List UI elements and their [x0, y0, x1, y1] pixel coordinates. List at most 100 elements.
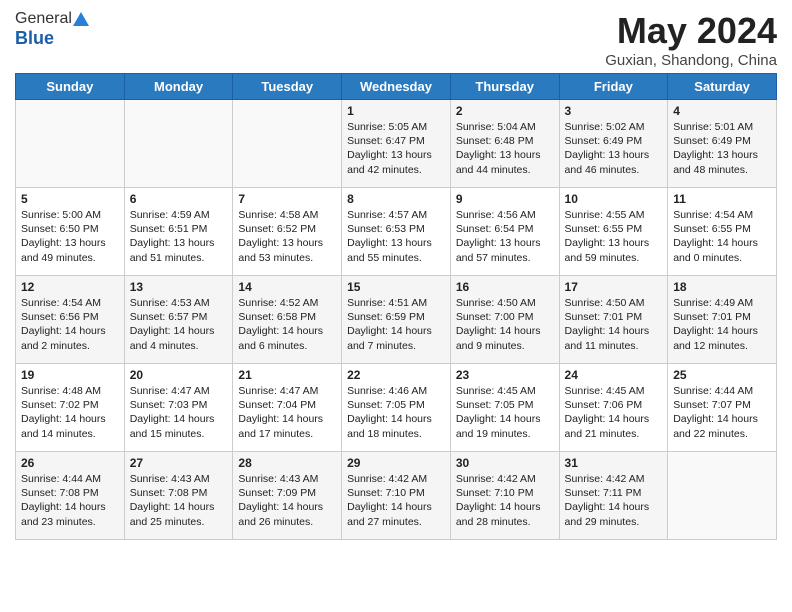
day-info-line: and 21 minutes. — [565, 427, 663, 441]
day-info-line: and 18 minutes. — [347, 427, 445, 441]
day-info-line: and 51 minutes. — [130, 251, 228, 265]
day-cell: 23Sunrise: 4:45 AMSunset: 7:05 PMDayligh… — [450, 364, 559, 452]
day-cell — [124, 100, 233, 188]
day-info-line: Sunrise: 4:48 AM — [21, 384, 119, 398]
day-info-line: Sunrise: 4:50 AM — [456, 296, 554, 310]
day-info-line: Sunset: 6:48 PM — [456, 134, 554, 148]
week-row-0: 1Sunrise: 5:05 AMSunset: 6:47 PMDaylight… — [16, 100, 777, 188]
day-info-line: and 53 minutes. — [238, 251, 336, 265]
week-row-3: 19Sunrise: 4:48 AMSunset: 7:02 PMDayligh… — [16, 364, 777, 452]
day-info-line: Daylight: 13 hours — [565, 236, 663, 250]
day-cell — [233, 100, 342, 188]
day-number: 24 — [565, 368, 663, 382]
day-number: 23 — [456, 368, 554, 382]
day-header-sunday: Sunday — [16, 74, 125, 100]
day-cell: 6Sunrise: 4:59 AMSunset: 6:51 PMDaylight… — [124, 188, 233, 276]
logo-triangle-icon — [72, 10, 90, 28]
day-number: 2 — [456, 104, 554, 118]
day-cell: 14Sunrise: 4:52 AMSunset: 6:58 PMDayligh… — [233, 276, 342, 364]
calendar-table: SundayMondayTuesdayWednesdayThursdayFrid… — [15, 73, 777, 540]
day-cell: 20Sunrise: 4:47 AMSunset: 7:03 PMDayligh… — [124, 364, 233, 452]
day-cell: 4Sunrise: 5:01 AMSunset: 6:49 PMDaylight… — [668, 100, 777, 188]
day-cell: 30Sunrise: 4:42 AMSunset: 7:10 PMDayligh… — [450, 452, 559, 540]
day-cell — [16, 100, 125, 188]
day-info-line: and 14 minutes. — [21, 427, 119, 441]
day-info-line: Sunset: 7:11 PM — [565, 486, 663, 500]
day-info-line: Daylight: 14 hours — [673, 324, 771, 338]
day-cell: 12Sunrise: 4:54 AMSunset: 6:56 PMDayligh… — [16, 276, 125, 364]
day-info-line: Daylight: 14 hours — [673, 236, 771, 250]
day-info-line: Daylight: 14 hours — [565, 324, 663, 338]
day-header-wednesday: Wednesday — [342, 74, 451, 100]
day-number: 5 — [21, 192, 119, 206]
day-info-line: Sunset: 7:07 PM — [673, 398, 771, 412]
day-info-line: Daylight: 14 hours — [238, 412, 336, 426]
day-number: 7 — [238, 192, 336, 206]
day-info-line: Sunrise: 4:46 AM — [347, 384, 445, 398]
day-number: 25 — [673, 368, 771, 382]
day-cell: 3Sunrise: 5:02 AMSunset: 6:49 PMDaylight… — [559, 100, 668, 188]
day-info-line: Sunrise: 4:57 AM — [347, 208, 445, 222]
day-header-thursday: Thursday — [450, 74, 559, 100]
day-info-line: Sunset: 6:47 PM — [347, 134, 445, 148]
day-info-line: Sunrise: 5:00 AM — [21, 208, 119, 222]
day-info-line: Sunrise: 4:52 AM — [238, 296, 336, 310]
day-number: 16 — [456, 280, 554, 294]
days-of-week-row: SundayMondayTuesdayWednesdayThursdayFrid… — [16, 74, 777, 100]
calendar-header: SundayMondayTuesdayWednesdayThursdayFrid… — [16, 74, 777, 100]
day-info-line: and 17 minutes. — [238, 427, 336, 441]
day-info-line: Sunset: 6:55 PM — [565, 222, 663, 236]
day-cell: 7Sunrise: 4:58 AMSunset: 6:52 PMDaylight… — [233, 188, 342, 276]
day-cell: 29Sunrise: 4:42 AMSunset: 7:10 PMDayligh… — [342, 452, 451, 540]
day-cell: 19Sunrise: 4:48 AMSunset: 7:02 PMDayligh… — [16, 364, 125, 452]
day-info-line: and 15 minutes. — [130, 427, 228, 441]
day-info-line: and 28 minutes. — [456, 515, 554, 529]
day-number: 3 — [565, 104, 663, 118]
day-info-line: Daylight: 13 hours — [347, 236, 445, 250]
location: Guxian, Shandong, China — [605, 52, 777, 69]
logo-blue-text: Blue — [15, 28, 54, 48]
day-info-line: and 19 minutes. — [456, 427, 554, 441]
day-info-line: and 42 minutes. — [347, 163, 445, 177]
day-info-line: and 25 minutes. — [130, 515, 228, 529]
title-area: May 2024 Guxian, Shandong, China — [605, 10, 777, 69]
day-info-line: Sunset: 7:10 PM — [456, 486, 554, 500]
day-cell: 18Sunrise: 4:49 AMSunset: 7:01 PMDayligh… — [668, 276, 777, 364]
day-info-line: Sunrise: 4:42 AM — [565, 472, 663, 486]
day-info-line: Sunrise: 4:43 AM — [238, 472, 336, 486]
day-info-line: Sunset: 7:10 PM — [347, 486, 445, 500]
day-cell: 2Sunrise: 5:04 AMSunset: 6:48 PMDaylight… — [450, 100, 559, 188]
day-info-line: Daylight: 14 hours — [565, 500, 663, 514]
day-info-line: and 7 minutes. — [347, 339, 445, 353]
calendar-body: 1Sunrise: 5:05 AMSunset: 6:47 PMDaylight… — [16, 100, 777, 540]
day-info-line: Daylight: 14 hours — [21, 324, 119, 338]
day-info-line: and 2 minutes. — [21, 339, 119, 353]
day-info-line: Sunrise: 4:50 AM — [565, 296, 663, 310]
day-info-line: Daylight: 13 hours — [21, 236, 119, 250]
day-number: 13 — [130, 280, 228, 294]
day-info-line: Daylight: 14 hours — [347, 412, 445, 426]
day-number: 26 — [21, 456, 119, 470]
day-number: 31 — [565, 456, 663, 470]
day-info-line: and 48 minutes. — [673, 163, 771, 177]
day-info-line: Sunrise: 4:44 AM — [673, 384, 771, 398]
day-cell: 26Sunrise: 4:44 AMSunset: 7:08 PMDayligh… — [16, 452, 125, 540]
day-info-line: Daylight: 13 hours — [130, 236, 228, 250]
day-info-line: Sunset: 7:03 PM — [130, 398, 228, 412]
day-info-line: Sunrise: 4:42 AM — [456, 472, 554, 486]
day-info-line: Sunset: 6:54 PM — [456, 222, 554, 236]
day-info-line: Daylight: 14 hours — [456, 500, 554, 514]
day-cell: 17Sunrise: 4:50 AMSunset: 7:01 PMDayligh… — [559, 276, 668, 364]
day-info-line: Sunrise: 4:49 AM — [673, 296, 771, 310]
day-info-line: Sunset: 7:08 PM — [21, 486, 119, 500]
day-info-line: Sunset: 6:58 PM — [238, 310, 336, 324]
day-number: 12 — [21, 280, 119, 294]
day-cell: 24Sunrise: 4:45 AMSunset: 7:06 PMDayligh… — [559, 364, 668, 452]
day-number: 4 — [673, 104, 771, 118]
day-info-line: Sunset: 6:55 PM — [673, 222, 771, 236]
day-number: 11 — [673, 192, 771, 206]
day-info-line: and 26 minutes. — [238, 515, 336, 529]
week-row-4: 26Sunrise: 4:44 AMSunset: 7:08 PMDayligh… — [16, 452, 777, 540]
day-info-line: Daylight: 13 hours — [456, 148, 554, 162]
day-info-line: Sunrise: 4:56 AM — [456, 208, 554, 222]
